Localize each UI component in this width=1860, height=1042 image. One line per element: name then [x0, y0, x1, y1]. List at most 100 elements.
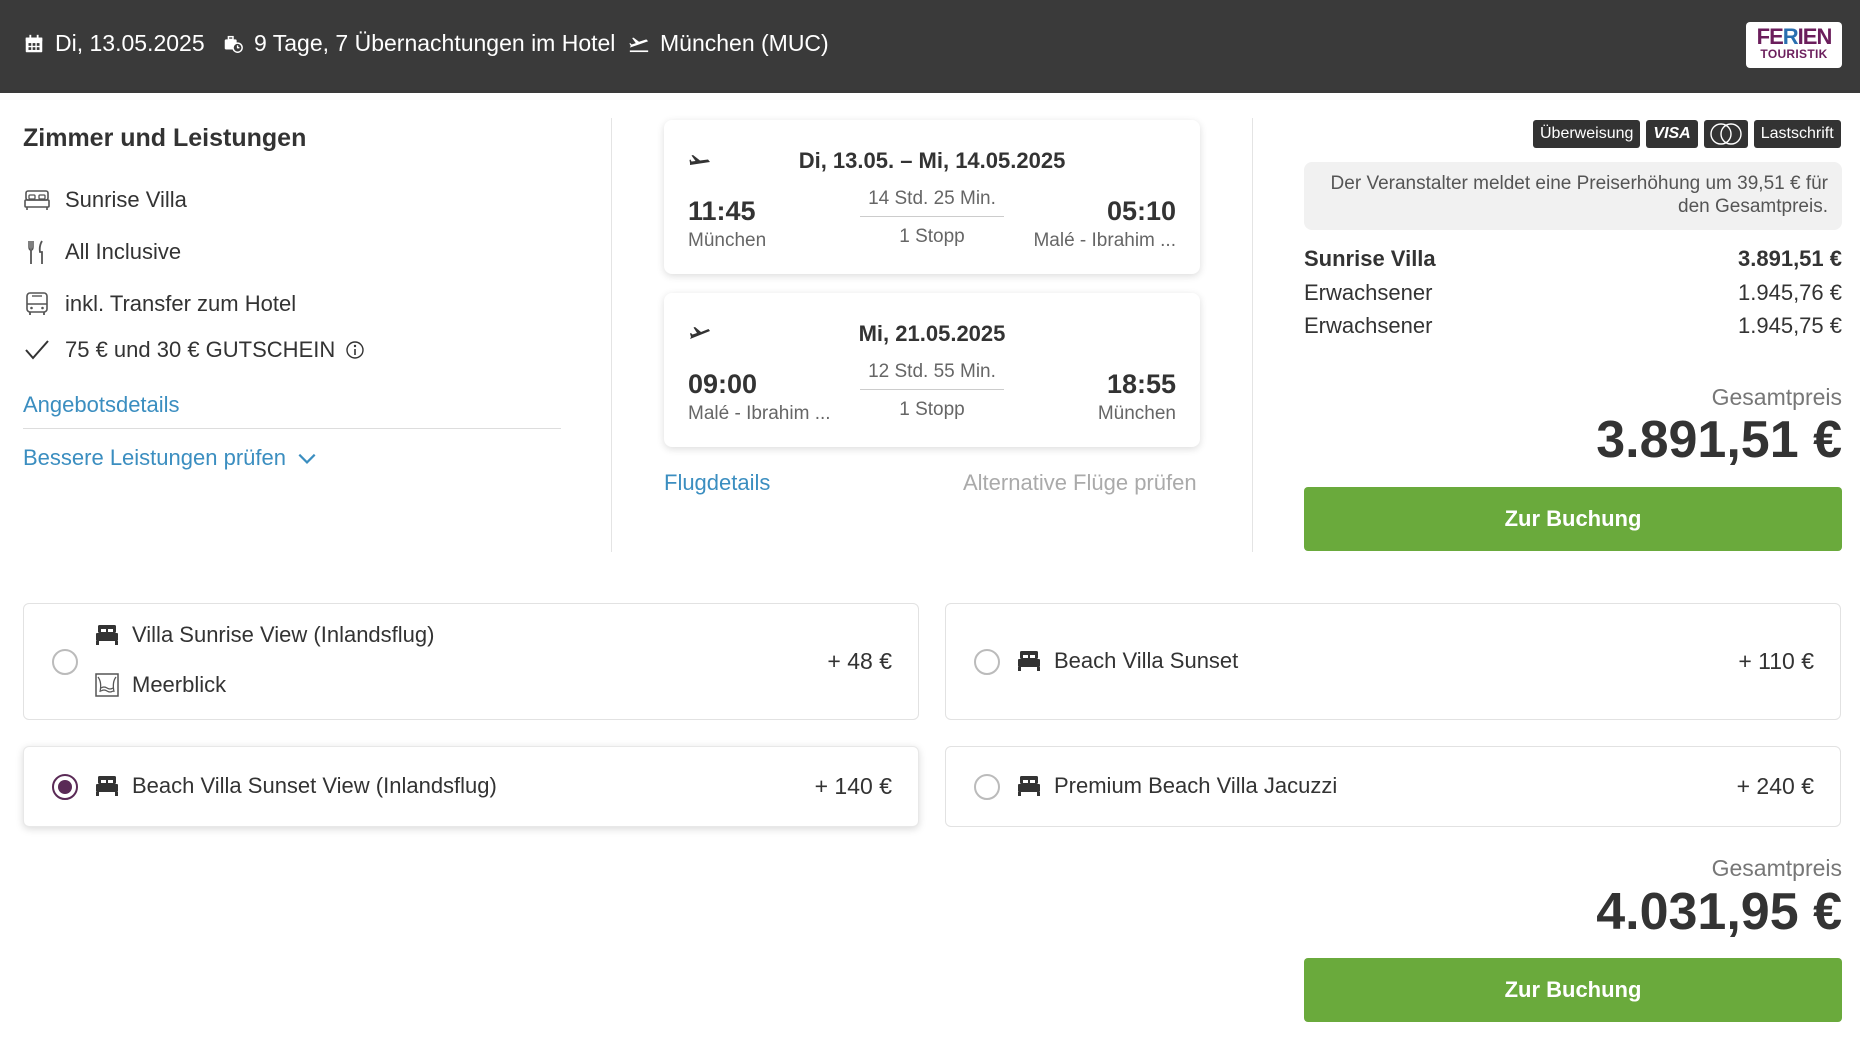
travel-date: Di, 13.05.2025 [23, 30, 205, 57]
flight-details-link[interactable]: Flugdetails [664, 470, 770, 496]
voucher-feature: 75 € und 30 € GUTSCHEIN [23, 336, 365, 364]
room-option-price: + 110 € [1738, 648, 1814, 674]
transfer-feature: inkl. Transfer zum Hotel [23, 290, 296, 318]
return-stops: 1 Stopp [899, 399, 965, 420]
services-title: Zimmer und Leistungen [23, 124, 307, 152]
room-option-price: + 240 € [1736, 773, 1814, 799]
return-route-line [860, 389, 1004, 390]
room-option-radio[interactable] [974, 774, 1000, 800]
bed-icon [1018, 651, 1040, 671]
book-button[interactable]: Zur Buchung [1304, 487, 1842, 551]
price-row-label: Erwachsener [1304, 313, 1433, 338]
room-option-radio[interactable] [974, 649, 1000, 675]
payment-mastercard [1703, 120, 1748, 148]
board-feature: All Inclusive [23, 238, 181, 266]
payment-direct-debit: Lastschrift [1753, 120, 1841, 148]
room-option-view: Meerblick [132, 672, 227, 697]
logo-subtitle: TOURISTIK [1760, 47, 1828, 61]
column-divider-left [611, 118, 612, 552]
travel-date-text: Di, 13.05.2025 [55, 30, 205, 56]
top-bar: Di, 13.05.2025 9 Tage, 7 Übernachtungen … [0, 0, 1860, 93]
price-row-adult: Erwachsener 1.945,76 € [1304, 280, 1842, 306]
outbound-arrival-place: Malé - Ibrahim ... [1033, 230, 1176, 251]
price-row-value: 1.945,75 € [1738, 313, 1842, 338]
sea-view-icon [95, 673, 119, 697]
room-option-name: Beach Villa Sunset View (Inlandsflug) [132, 773, 497, 798]
ferien-touristik-logo[interactable]: FERIEN TOURISTIK [1746, 22, 1842, 68]
calendar-icon [25, 34, 43, 52]
room-option-name: Beach Villa Sunset [1054, 648, 1239, 673]
better-services-label: Bessere Leistungen prüfen [23, 445, 286, 470]
price-row-room: Sunrise Villa 3.891,51 € [1304, 246, 1842, 272]
option-total-price-label: Gesamtpreis [1711, 855, 1842, 881]
total-price-value: 3.891,51 € [1596, 411, 1842, 469]
return-arrival-place: München [1097, 403, 1176, 424]
room-name: Sunrise Villa [65, 187, 187, 212]
info-icon[interactable] [345, 340, 365, 360]
room-option-radio-selected[interactable] [52, 774, 78, 800]
price-row-value: 3.891,51 € [1738, 246, 1842, 271]
payment-visa: VISA [1646, 120, 1698, 148]
return-arrival-time: 18:55 [1106, 369, 1176, 399]
payment-bank-transfer: Überweisung [1533, 120, 1641, 148]
room-option-price: + 48 € [827, 648, 892, 674]
outbound-flight-card: Di, 13.05. – Mi, 14.05.2025 11:45 Münche… [664, 120, 1200, 274]
room-option-name: Villa Sunrise View (Inlandsflug) [132, 622, 435, 647]
return-departure-time: 09:00 [688, 369, 758, 399]
room-option-name-line: Beach Villa Sunset [1016, 648, 1238, 674]
room-option-name-line: Premium Beach Villa Jacuzzi [1016, 773, 1337, 799]
transfer-text: inkl. Transfer zum Hotel [65, 291, 297, 316]
departure-airport: München (MUC) [628, 30, 829, 57]
services-divider [23, 428, 561, 429]
room-option-name-line: Villa Sunrise View (Inlandsflug) [94, 622, 434, 648]
outbound-departure-time: 11:45 [688, 196, 756, 226]
room-option-radio[interactable] [52, 649, 78, 675]
room-option-card-selected[interactable]: Beach Villa Sunset View (Inlandsflug) + … [23, 746, 919, 827]
checkmark-icon [25, 340, 49, 360]
return-date: Mi, 21.05.2025 [858, 321, 1006, 346]
price-row-value: 1.945,76 € [1738, 280, 1842, 305]
bus-icon [26, 292, 48, 315]
airplane-icon [629, 37, 649, 52]
room-option-name-line: Beach Villa Sunset View (Inlandsflug) [94, 773, 497, 799]
chevron-down-icon [298, 453, 316, 464]
room-option-card[interactable]: Premium Beach Villa Jacuzzi + 240 € [945, 746, 1841, 827]
outbound-route-line [860, 216, 1004, 217]
mastercard-icon [1710, 123, 1742, 145]
bed-icon [96, 776, 118, 796]
price-row-label: Sunrise Villa [1304, 246, 1436, 271]
offer-details-link[interactable]: Angebotsdetails [23, 392, 180, 418]
outbound-date: Di, 13.05. – Mi, 14.05.2025 [798, 148, 1066, 173]
travel-duration-text: 9 Tage, 7 Übernachtungen im Hotel [254, 30, 616, 56]
departure-airport-text: München (MUC) [660, 30, 829, 56]
board-type: All Inclusive [65, 239, 182, 264]
return-departure-place: Malé - Ibrahim ... [688, 403, 831, 424]
column-divider-right [1252, 118, 1253, 552]
total-price-label: Gesamtpreis [1711, 384, 1842, 410]
travel-duration: 9 Tage, 7 Übernachtungen im Hotel [222, 30, 615, 57]
option-book-button[interactable]: Zur Buchung [1304, 958, 1842, 1022]
voucher-text: 75 € und 30 € GUTSCHEIN [65, 337, 336, 362]
better-services-toggle[interactable]: Bessere Leistungen prüfen [23, 445, 318, 471]
outbound-stops: 1 Stopp [899, 226, 965, 247]
bed-icon [1018, 776, 1040, 796]
cutlery-icon [28, 240, 43, 264]
bed-icon [96, 625, 118, 645]
room-option-card[interactable]: Villa Sunrise View (Inlandsflug) Meerbli… [23, 603, 919, 720]
option-total-price-value: 4.031,95 € [1596, 883, 1842, 941]
price-row-adult: Erwachsener 1.945,75 € [1304, 313, 1842, 339]
room-option-name: Premium Beach Villa Jacuzzi [1054, 773, 1338, 798]
price-row-label: Erwachsener [1304, 280, 1433, 305]
return-flight-card: Mi, 21.05.2025 09:00 Malé - Ibrahim ... … [664, 293, 1200, 447]
room-feature: Sunrise Villa [23, 186, 187, 214]
room-option-card[interactable]: Beach Villa Sunset + 110 € [945, 603, 1841, 720]
outbound-arrival-time: 05:10 [1106, 196, 1176, 226]
room-option-price: + 140 € [814, 773, 892, 799]
outbound-duration: 14 Std. 25 Min. [868, 188, 996, 209]
outbound-departure-place: München [688, 230, 767, 251]
payment-methods: Überweisung VISA Lastschrift [1533, 120, 1841, 148]
price-increase-notice: Der Veranstalter meldet eine Preiserhöhu… [1304, 162, 1842, 230]
room-option-view-line: Meerblick [94, 672, 226, 698]
alternative-flights-link[interactable]: Alternative Flüge prüfen [963, 470, 1197, 496]
suitcase-clock-icon [224, 35, 243, 53]
